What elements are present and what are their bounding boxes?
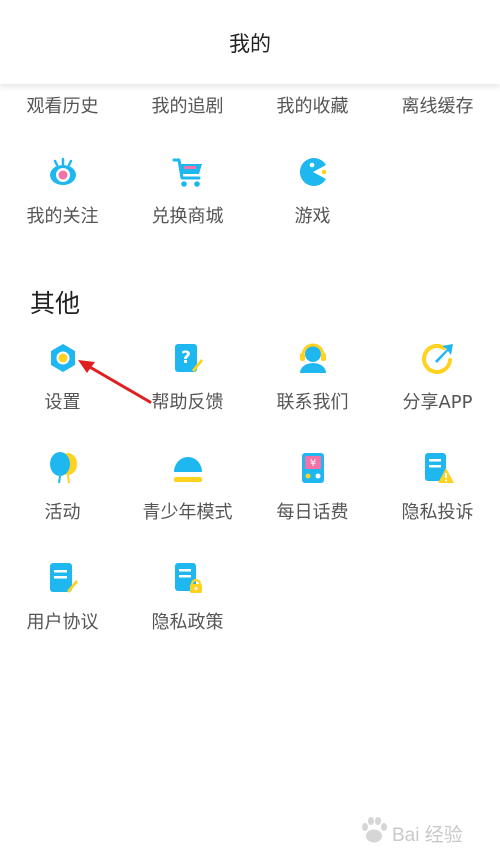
menu-item-label: 每日话费 <box>276 502 349 523</box>
menu-item-privacy-policy[interactable]: 隐私政策 <box>125 562 250 633</box>
shopping-cart-icon <box>172 158 202 187</box>
menu-item-label: 活动 <box>44 502 81 523</box>
menu-item-contact-us[interactable]: 联系我们 <box>250 342 375 413</box>
game-pacman-icon <box>299 158 327 186</box>
watermark-text: Bai 经验 <box>392 825 463 846</box>
customer-service-icon <box>300 343 326 373</box>
watermark: Bai 经验 <box>356 812 486 848</box>
menu-item-label: 分享APP <box>402 392 473 413</box>
menu-item-activities[interactable]: 活动 <box>0 452 125 523</box>
menu-item-label: 观看历史 <box>26 96 99 117</box>
menu-item-privacy-complaint[interactable]: 隐私投诉 <box>375 452 500 523</box>
annotation-arrow <box>78 360 152 404</box>
menu-item-following[interactable]: 我的关注 <box>0 156 125 227</box>
umbrella-icon <box>174 457 202 482</box>
menu-item-share-app[interactable]: 分享APP <box>375 342 500 413</box>
menu-item-daily-credit[interactable]: ¥ 每日话费 <box>250 452 375 523</box>
menu-item-label: 我的关注 <box>26 206 99 227</box>
balloon-icon <box>50 452 77 484</box>
menu-item-label: 隐私政策 <box>151 612 224 633</box>
app-header: 我的 <box>0 0 500 84</box>
menu-item-label: 离线缓存 <box>401 96 474 117</box>
page-title: 我的 <box>229 32 271 56</box>
menu-item-games[interactable]: 游戏 <box>250 156 375 227</box>
phone-credit-icon: ¥ <box>302 453 324 483</box>
menu-item-label: 我的收藏 <box>276 96 349 117</box>
menu-item-exchange-mall[interactable]: 兑换商城 <box>125 156 250 227</box>
menu-item-label: 我的追剧 <box>151 96 224 117</box>
help-feedback-icon: ? <box>175 344 203 372</box>
paw-print-icon <box>362 817 387 843</box>
svg-text:¥: ¥ <box>310 458 316 469</box>
section-title-other: 其他 <box>30 289 81 318</box>
eye-icon <box>50 157 76 185</box>
menu-item-user-agreement[interactable]: 用户协议 <box>0 562 125 633</box>
menu-item-label: 用户协议 <box>26 612 99 633</box>
svg-text:?: ? <box>181 348 191 368</box>
privacy-complaint-icon <box>425 453 454 483</box>
menu-item-label: 兑换商城 <box>151 206 224 227</box>
share-icon <box>422 344 453 374</box>
menu-item-label: 青少年模式 <box>142 502 233 523</box>
privacy-policy-icon <box>175 563 202 593</box>
menu-item-label: 联系我们 <box>276 392 349 413</box>
user-agreement-icon <box>50 563 78 593</box>
menu-item-youth-mode[interactable]: 青少年模式 <box>125 452 250 523</box>
menu-item-label: 游戏 <box>294 206 331 227</box>
menu-item-label: 隐私投诉 <box>401 502 474 523</box>
